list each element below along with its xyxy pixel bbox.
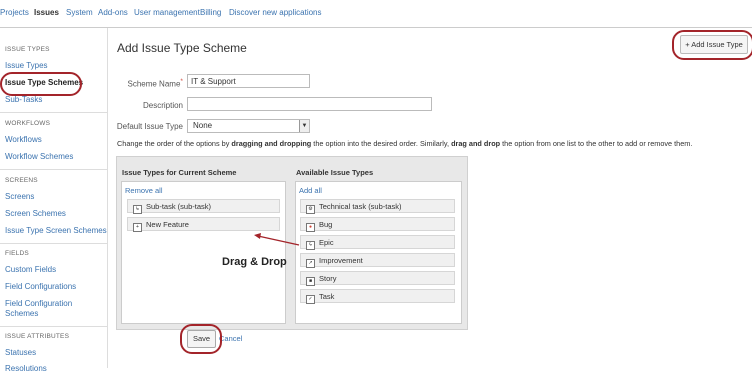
list-item[interactable]: ⚙ Technical task (sub-task) <box>300 199 455 214</box>
cancel-link[interactable]: Cancel <box>219 334 242 343</box>
chevron-down-icon: ▼ <box>299 120 309 132</box>
drag-drop-annotation: Drag & Drop <box>222 256 287 268</box>
epic-icon: ϟ <box>306 241 315 250</box>
drag-arrow-icon <box>254 233 300 246</box>
available-types-heading: Available Issue Types <box>296 168 374 177</box>
tab-issues[interactable]: Issues <box>34 8 59 17</box>
scheme-name-label: Scheme Name* <box>127 78 183 89</box>
remove-all-link[interactable]: Remove all <box>125 186 163 195</box>
sidebar-heading-issue-types: ISSUE TYPES <box>5 46 50 53</box>
sidebar-divider <box>0 112 107 113</box>
default-issue-type-label: Default Issue Type <box>116 122 183 131</box>
tab-discover-applications[interactable]: Discover new applications <box>229 8 322 17</box>
sidebar-heading-workflows: WORKFLOWS <box>5 120 51 127</box>
description-label: Description <box>142 101 183 110</box>
tab-user-management[interactable]: User management <box>134 8 200 17</box>
sidebar-item-field-configurations[interactable]: Field Configurations <box>5 282 76 292</box>
sidebar-divider <box>0 169 107 170</box>
sidebar-divider <box>0 243 107 244</box>
tab-add-ons[interactable]: Add-ons <box>98 8 128 17</box>
sidebar-heading-fields: FIELDS <box>5 250 29 257</box>
subtask-icon: ↳ <box>133 205 142 214</box>
current-scheme-heading: Issue Types for Current Scheme <box>122 168 237 177</box>
sidebar-heading-issue-attributes: ISSUE ATTRIBUTES <box>5 333 70 340</box>
improvement-icon: ↗ <box>306 259 315 268</box>
tab-projects[interactable]: Projects <box>0 8 29 17</box>
scheme-name-input[interactable]: IT & Support <box>187 74 310 88</box>
sidebar-item-field-configuration-schemes[interactable]: Field Configuration Schemes <box>5 299 100 319</box>
list-item[interactable]: ● Bug <box>300 217 455 232</box>
available-types-list[interactable]: Add all ⚙ Technical task (sub-task) ● Bug … <box>295 181 462 324</box>
page-title: Add Issue Type Scheme <box>117 41 247 55</box>
list-item[interactable]: ↳ Sub-task (sub-task) <box>127 199 280 214</box>
sidebar-item-screens[interactable]: Screens <box>5 192 34 202</box>
highlight-ring-add-issue-type <box>672 30 752 60</box>
sidebar-item-custom-fields[interactable]: Custom Fields <box>5 265 56 275</box>
description-input[interactable] <box>187 97 432 111</box>
story-icon: ■ <box>306 277 315 286</box>
sidebar-item-issue-type-screen-schemes[interactable]: Issue Type Screen Schemes <box>5 226 107 236</box>
default-issue-type-select[interactable]: None ▼ <box>187 119 310 133</box>
default-issue-type-value: None <box>193 121 213 130</box>
highlight-ring-sidebar <box>0 72 82 96</box>
sidebar-item-resolutions[interactable]: Resolutions <box>5 364 47 374</box>
tab-billing[interactable]: Billing <box>200 8 221 17</box>
technical-task-icon: ⚙ <box>306 205 315 214</box>
bug-icon: ● <box>306 223 315 232</box>
highlight-ring-save <box>180 324 222 354</box>
sidebar-item-issue-types[interactable]: Issue Types <box>5 61 48 71</box>
list-item[interactable]: ϟ Epic <box>300 235 455 250</box>
required-mark: * <box>180 78 183 85</box>
tab-system[interactable]: System <box>66 8 93 17</box>
sidebar-item-screen-schemes[interactable]: Screen Schemes <box>5 209 66 219</box>
instructions-text: Change the order of the options by dragg… <box>117 139 693 148</box>
sidebar-item-statuses[interactable]: Statuses <box>5 348 36 358</box>
task-icon: ✓ <box>306 295 315 304</box>
sidebar-divider <box>0 326 107 327</box>
top-navigation: Projects Issues System Add-ons User mana… <box>0 0 752 28</box>
list-item[interactable]: ■ Story <box>300 271 455 286</box>
list-item[interactable]: ✓ Task <box>300 289 455 304</box>
sidebar-item-workflows[interactable]: Workflows <box>5 135 42 145</box>
list-item[interactable]: + New Feature <box>127 217 280 232</box>
add-all-link[interactable]: Add all <box>299 186 322 195</box>
sidebar-heading-screens: SCREENS <box>5 177 38 184</box>
list-item[interactable]: ↗ Improvement <box>300 253 455 268</box>
sidebar-item-sub-tasks[interactable]: Sub-Tasks <box>5 95 42 105</box>
current-scheme-list[interactable]: Remove all ↳ Sub-task (sub-task) + New Fea… <box>121 181 286 324</box>
sidebar-item-workflow-schemes[interactable]: Workflow Schemes <box>5 152 73 162</box>
new-feature-icon: + <box>133 223 142 232</box>
